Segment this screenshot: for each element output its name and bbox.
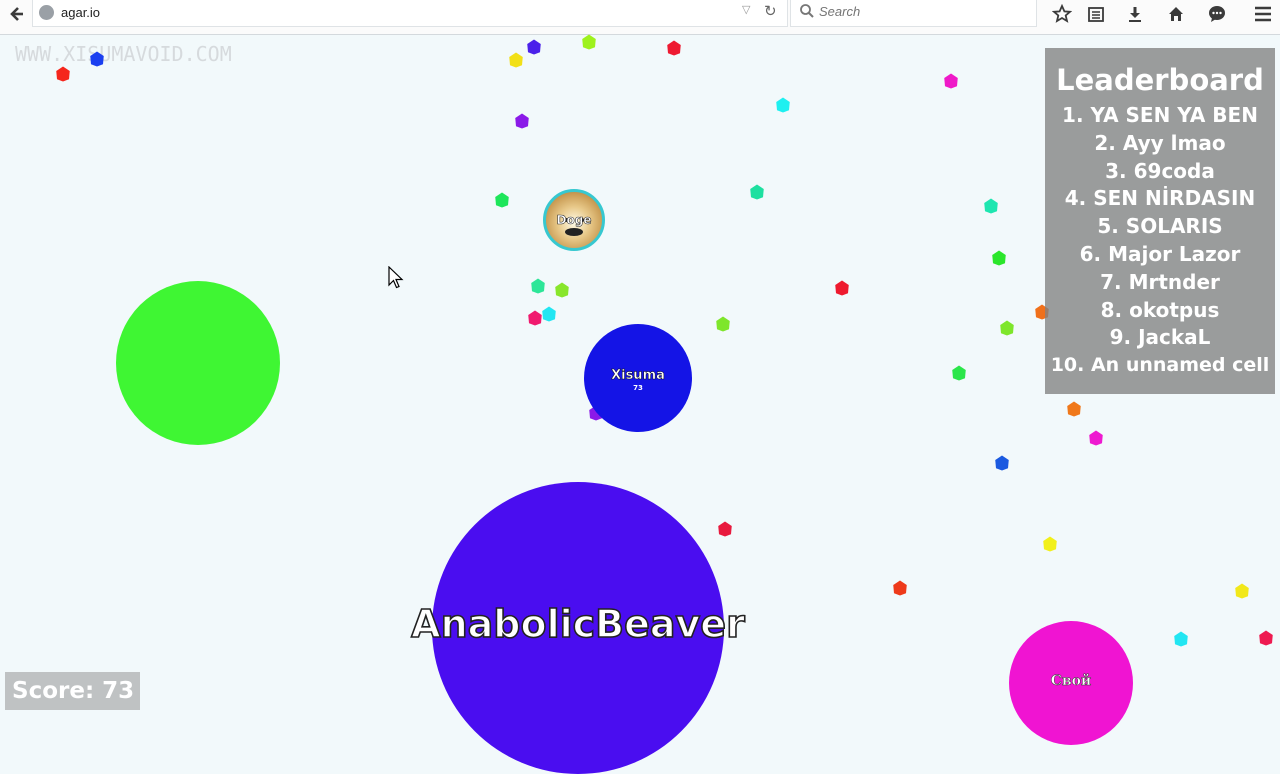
leaderboard-entry: 2. Ayy lmao [1094, 130, 1226, 155]
leaderboard-entry: 3. 69coda [1105, 158, 1215, 183]
food-pellet [542, 306, 556, 322]
food-pellet [531, 278, 545, 294]
food-pellet [718, 521, 732, 537]
svoi-name: Свой [1050, 673, 1092, 690]
enemy-cell-anabolicbeaver: AnabolicBeaver [410, 482, 746, 774]
leaderboard-entry: 4. SEN NİRDASIN [1064, 186, 1256, 211]
leaderboard-entry: 7. Mrtnder [1100, 269, 1220, 294]
leaderboard-title: Leaderboard [1056, 63, 1264, 97]
virus-cell [118, 283, 278, 443]
url-bar[interactable]: agar.io ▽ ↻ [32, 0, 788, 27]
watermark-text: WWW.XISUMAVOID.COM [15, 42, 232, 66]
food-pellet [1259, 630, 1273, 646]
leaderboard-entry: 1. YA SEN YA BEN [1062, 103, 1258, 127]
menu-icon[interactable] [1250, 2, 1276, 26]
food-pellet [527, 39, 541, 55]
score-text: Score: 73 [12, 678, 135, 704]
leaderboard-entry: 9. JackaL [1109, 325, 1211, 350]
leaderboard: Leaderboard 1. YA SEN YA BEN 2. Ayy lmao… [1045, 48, 1275, 394]
food-pellet [944, 73, 958, 89]
back-arrow-icon [10, 7, 23, 21]
home-icon[interactable] [1163, 2, 1189, 26]
chat-icon[interactable] [1204, 2, 1230, 26]
food-pellet [776, 97, 790, 113]
food-pellet [1067, 401, 1081, 417]
doge-name: Doge [556, 213, 592, 228]
food-pellet [495, 192, 509, 208]
food-pellet [835, 280, 849, 296]
food-pellet [515, 113, 529, 129]
food-pellet [984, 198, 998, 214]
food-pellet [952, 365, 966, 381]
food-pellet [667, 40, 681, 56]
food-pellet [555, 282, 569, 298]
enemy-cell-svoi: Свой [1009, 621, 1133, 745]
search-bar[interactable] [790, 0, 1037, 27]
back-button[interactable] [4, 0, 28, 28]
leaderboard-entry: 8. okotpus [1100, 297, 1220, 322]
leaderboard-entry: 6. Major Lazor [1079, 241, 1241, 266]
leaderboard-entry: 5. SOLARIS [1097, 214, 1223, 239]
food-pellet [1043, 536, 1057, 552]
leaderboard-list: 1. YA SEN YA BEN 2. Ayy lmao 3. 69coda 4… [1045, 102, 1275, 380]
download-icon[interactable] [1122, 2, 1148, 26]
food-pellet [1000, 320, 1014, 336]
reload-icon[interactable]: ↻ [764, 2, 777, 20]
food-pellet [995, 455, 1009, 471]
leaderboard-entry: 10. An unnamed cell [1050, 354, 1270, 377]
player-cell: Xisuma 73 [584, 324, 692, 432]
globe-icon [39, 5, 54, 20]
search-input[interactable] [819, 4, 1019, 19]
reading-list-icon[interactable] [1083, 2, 1109, 26]
url-text: agar.io [61, 5, 101, 20]
food-pellet [582, 34, 596, 50]
score-panel: Score: 73 [5, 672, 140, 710]
food-pellet [56, 66, 70, 82]
food-pellet [509, 52, 523, 68]
food-pellet [1089, 430, 1103, 446]
bookmark-star-icon[interactable] [1049, 2, 1075, 26]
food-pellet [528, 310, 542, 326]
food-pellet [716, 316, 730, 332]
anabolicbeaver-name: AnabolicBeaver [410, 601, 745, 647]
food-pellet [1174, 631, 1188, 647]
food-pellet [992, 250, 1006, 266]
player-name: Xisuma [611, 368, 665, 384]
doge-cell: Doge [543, 189, 605, 251]
search-icon [799, 3, 815, 23]
mouse-cursor-icon [388, 265, 404, 294]
food-pellet [893, 580, 907, 596]
food-pellet [1235, 583, 1249, 599]
player-mass: 73 [633, 384, 643, 392]
food-pellet [750, 184, 764, 200]
history-dropdown-icon[interactable]: ▽ [742, 3, 750, 16]
browser-toolbar: agar.io ▽ ↻ [0, 0, 1280, 35]
